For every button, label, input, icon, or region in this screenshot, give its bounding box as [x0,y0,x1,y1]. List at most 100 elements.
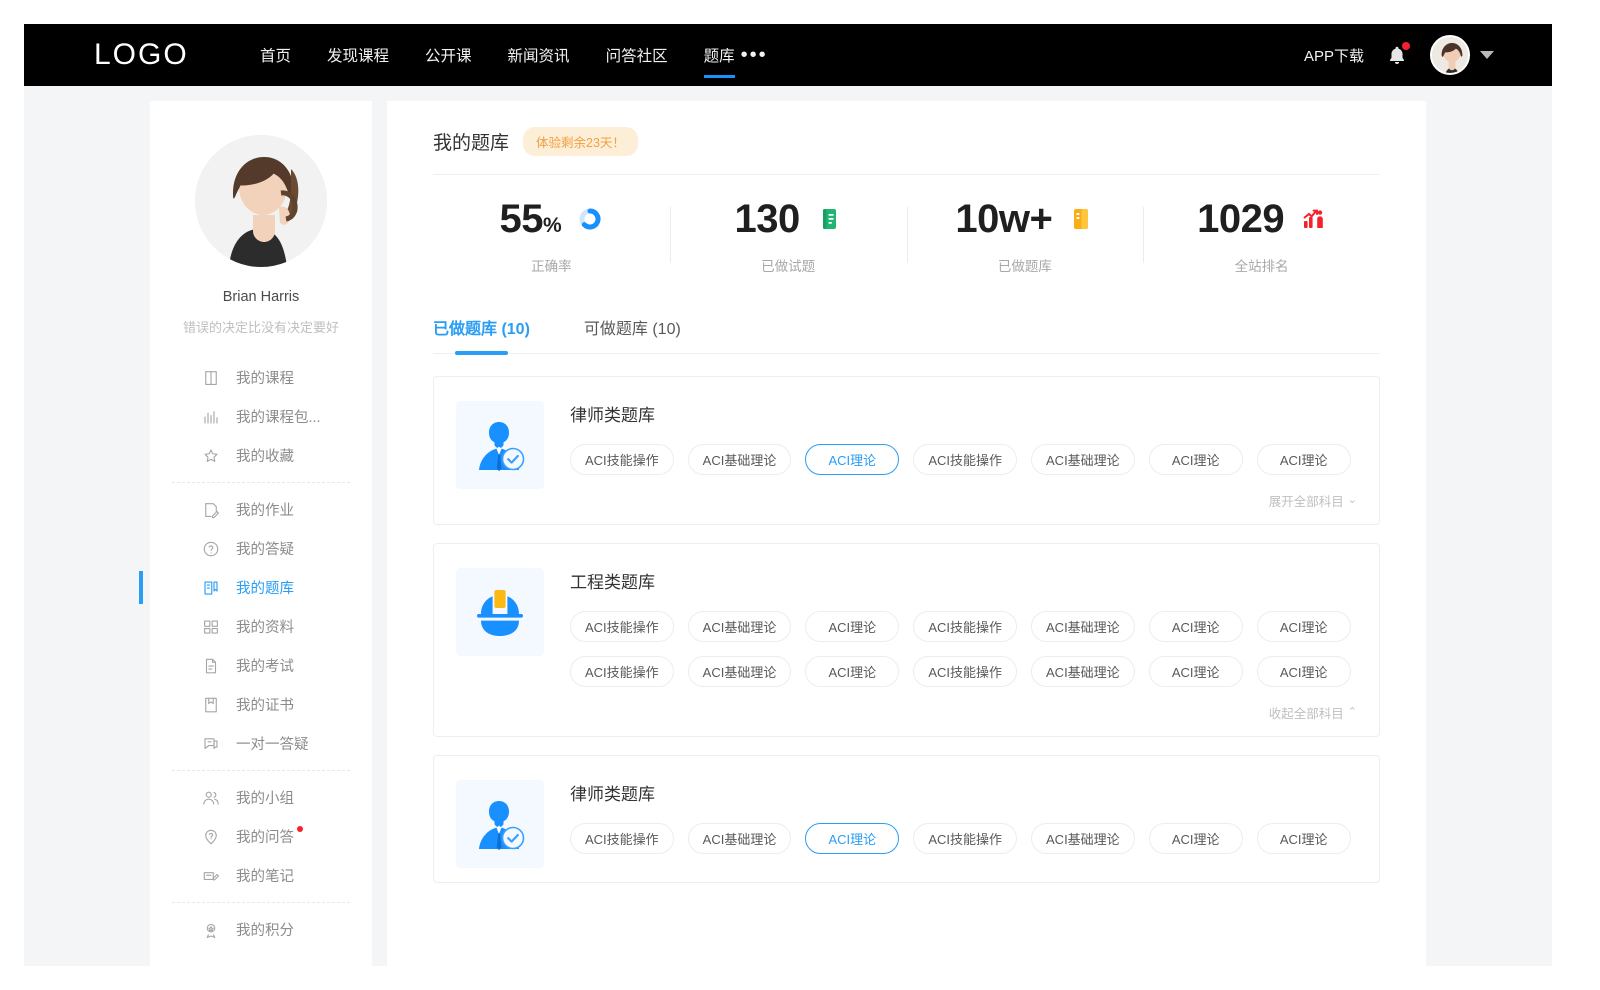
nav-item-5[interactable]: 题库 [704,24,735,86]
sidebar-item-4[interactable]: 我的作业 [150,490,372,529]
sidebar-item-label: 我的作业 [236,499,294,520]
subject-tag-row: ACI技能操作 ACI基础理论 ACI理论 ACI技能操作 ACI基础理论 ACI理论 AC… [570,823,1357,854]
subject-tag[interactable]: ACI基础理论 [688,444,792,475]
sidebar-item-label: 我的证书 [236,694,294,715]
subject-tag[interactable]: ACI技能操作 [913,444,1017,475]
subject-tag[interactable]: ACI技能操作 [913,656,1017,687]
sidebar-item-7[interactable]: 我的资料 [150,607,372,646]
sidebar-item-0[interactable]: 我的课程 [150,358,372,397]
note-pen-icon [202,867,220,885]
page-title: 我的题库 [433,128,509,155]
subject-tag[interactable]: ACI技能操作 [570,823,674,854]
red-rank-icon [1300,205,1326,233]
page-body: Brian Harris 错误的决定比没有决定要好 我的课程我的课程包...我的… [24,86,1552,966]
sidebar-item-16[interactable]: 我的积分 [150,910,372,949]
sidebar-item-6[interactable]: 我的题库 [150,568,372,607]
qa-pin-icon [202,828,220,846]
subject-tag[interactable]: ACI技能操作 [570,611,674,642]
sidebar-item-label: 我的课程 [236,367,294,388]
nav-item-3[interactable]: 新闻资讯 [508,24,570,86]
subject-tag[interactable]: ACI理论 [805,444,899,475]
question-bank-card: 律师类题库ACI技能操作ACI基础理论ACI理论ACI技能操作ACI基础理论AC… [433,755,1380,883]
sidebar-item-8[interactable]: 我的考试 [150,646,372,685]
sidebar-item-13[interactable]: 我的问答 [150,817,372,856]
subject-tag[interactable]: ACI基础理论 [1031,611,1135,642]
subject-tag[interactable]: ACI技能操作 [570,656,674,687]
lawyer-avatar-icon [456,780,544,868]
certificate-icon [202,696,220,714]
subject-tag[interactable]: ACI理论 [1257,444,1351,475]
subject-tag[interactable]: ACI理论 [1149,444,1243,475]
sidebar-item-label: 我的积分 [236,919,294,940]
sidebar-item-9[interactable]: 我的证书 [150,685,372,724]
sidebar-item-label: 我的课程包... [236,406,321,427]
bar-chart-icon [202,408,220,426]
nav-item-0[interactable]: 首页 [260,24,291,86]
subject-tag[interactable]: ACI理论 [1149,823,1243,854]
subject-tag[interactable]: ACI理论 [805,656,899,687]
subject-tag[interactable]: ACI理论 [1257,823,1351,854]
question-bank-icon [202,579,220,597]
sidebar-item-14[interactable]: 我的笔记 [150,856,372,895]
menu-divider [172,770,350,771]
user-avatar[interactable] [1430,35,1470,75]
stat-value: 130 [735,199,800,239]
subject-tag[interactable]: ACI基础理论 [688,823,792,854]
sidebar-item-10[interactable]: 一对一答疑 [150,724,372,763]
expand-subjects-button[interactable]: 收起全部科目⌃ [570,701,1357,722]
sidebar-item-1[interactable]: 我的课程包... [150,397,372,436]
sidebar-item-label: 我的问答 [236,826,294,847]
question-bank-card: 工程类题库ACI技能操作ACI基础理论ACI理论ACI技能操作ACI基础理论AC… [433,543,1380,737]
sidebar-item-label: 我的小组 [236,787,294,808]
profile-name: Brian Harris [150,289,372,305]
subject-tag[interactable]: ACI基础理论 [1031,823,1135,854]
user-menu[interactable] [1430,35,1494,75]
sidebar-item-label: 我的笔记 [236,865,294,886]
subject-tag[interactable]: ACI理论 [1257,611,1351,642]
app-download-link[interactable]: APP下载 [1304,45,1364,66]
subject-tag[interactable]: ACI理论 [805,611,899,642]
subject-tag[interactable]: ACI技能操作 [570,444,674,475]
card-body: 律师类题库ACI技能操作ACI基础理论ACI理论ACI技能操作ACI基础理论AC… [570,780,1357,868]
chevron-down-icon[interactable] [1480,51,1494,59]
subject-tag[interactable]: ACI技能操作 [913,611,1017,642]
tab-1[interactable]: 可做题库 (10) [584,315,681,353]
subject-tag[interactable]: ACI技能操作 [913,823,1017,854]
nav-item-4[interactable]: 问答社区 [606,24,668,86]
sidebar-item-2[interactable]: 我的收藏 [150,436,372,475]
subject-tag[interactable]: ACI理论 [1149,611,1243,642]
edit-doc-icon [202,501,220,519]
subject-tag[interactable]: ACI理论 [1257,656,1351,687]
card-title: 律师类题库 [570,780,1357,805]
nav-more-icon[interactable]: ••• [741,24,768,86]
content-tabs: 已做题库 (10) 可做题库 (10) [433,315,1380,354]
subject-tag[interactable]: ACI基础理论 [688,656,792,687]
site-logo[interactable]: LOGO [94,38,234,72]
stat-value-row: 1029 [1197,199,1326,239]
donut-progress-icon [577,205,603,233]
profile-avatar[interactable] [195,135,327,267]
sidebar-item-12[interactable]: 我的小组 [150,778,372,817]
sidebar-item-label: 我的资料 [236,616,294,637]
chevron-up-icon: ⌃ [1348,707,1357,718]
trial-badge: 体验剩余23天！ [523,127,638,156]
subject-tag[interactable]: ACI理论 [1149,656,1243,687]
question-bank-list: 律师类题库ACI技能操作ACI基础理论ACI理论ACI技能操作ACI基础理论AC… [433,376,1380,883]
menu-divider [172,902,350,903]
main-header: 我的题库 体验剩余23天！ [433,127,1380,175]
topbar-right-group: APP下载 [1304,35,1494,75]
tab-0[interactable]: 已做题库 (10) [433,315,530,353]
sidebar-item-label: 一对一答疑 [236,733,309,754]
nav-item-2[interactable]: 公开课 [425,24,472,86]
stat-label: 正确率 [531,255,572,275]
stat-value-row: 55% [500,199,604,239]
nav-item-1[interactable]: 发现课程 [327,24,389,86]
expand-subjects-button[interactable]: 展开全部科目⌄ [570,489,1357,510]
expand-subjects-label: 展开全部科目 [1269,491,1344,510]
subject-tag[interactable]: ACI基础理论 [1031,656,1135,687]
subject-tag[interactable]: ACI理论 [805,823,899,854]
subject-tag[interactable]: ACI基础理论 [688,611,792,642]
bell-icon[interactable] [1386,43,1408,67]
sidebar-item-5[interactable]: 我的答疑 [150,529,372,568]
subject-tag[interactable]: ACI基础理论 [1031,444,1135,475]
